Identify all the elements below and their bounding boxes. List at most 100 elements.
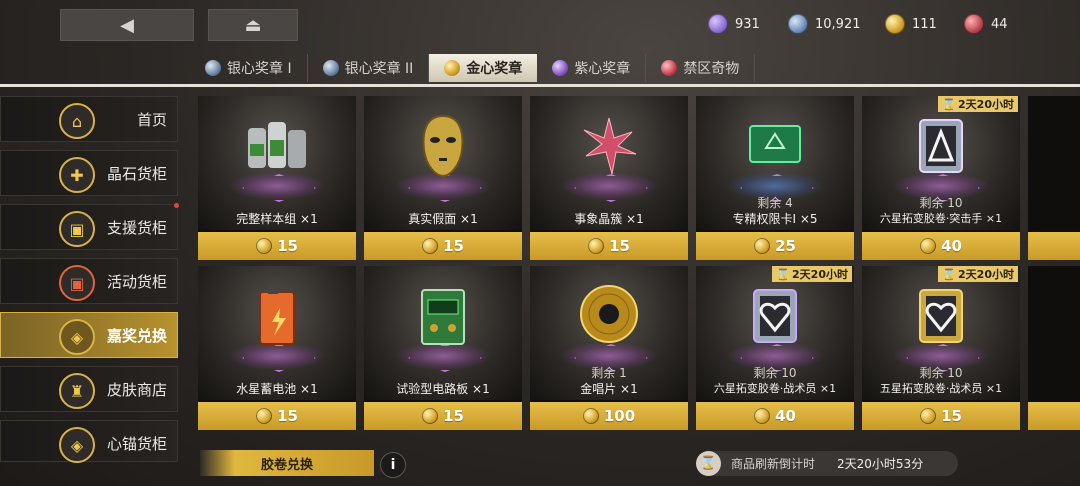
stock-remaining: 剩余 10: [919, 196, 963, 210]
gold-record-icon: [580, 285, 638, 343]
currency-purple[interactable]: 931: [708, 14, 760, 34]
price-button[interactable]: 40: [696, 402, 854, 430]
stock-remaining: 剩余 10: [753, 366, 797, 380]
circuit-board-icon: [421, 289, 465, 345]
sidebar-item-skin-shop[interactable]: ♜ 皮肤商店: [0, 366, 178, 412]
home-icon: ⌂: [59, 103, 95, 139]
gold-coin-icon: [422, 238, 439, 254]
gold-coin-icon: [885, 14, 905, 34]
sidebar-item-supply[interactable]: ▣ 支援货柜: [0, 203, 179, 250]
tab-silver-2[interactable]: 银心奖章 II: [308, 54, 430, 82]
limited-timer-badge: ⌛ 2天20小时: [938, 266, 1018, 282]
shop-item-card[interactable]: 完整样本组 ×1 15: [198, 96, 356, 260]
hourglass-icon: ⌛: [942, 97, 957, 111]
hourglass-icon: ⌛: [776, 267, 791, 281]
anchor-icon: ◈: [59, 427, 95, 463]
sidebar-item-event[interactable]: ▣ 活动货柜: [0, 258, 178, 304]
stock-remaining: 剩余 1: [591, 366, 627, 380]
crystal-icon: ✚: [59, 157, 95, 193]
item-name: 专精权限卡Ⅰ ×5: [732, 212, 818, 226]
gold-coin-icon: [588, 238, 605, 254]
next-page-edge[interactable]: [1028, 96, 1080, 260]
limited-timer-badge: ⌛ 2天20小时: [938, 96, 1018, 112]
item-name: 金唱片 ×1: [580, 382, 638, 396]
currency-blue[interactable]: 10,921: [788, 14, 861, 34]
item-name: 事象晶簇 ×1: [574, 212, 644, 226]
price-button[interactable]: 15: [364, 232, 522, 260]
back-button[interactable]: ◀: [60, 9, 194, 41]
refresh-label: 商品刷新倒计时: [731, 457, 816, 471]
back-arrow-icon: ◀: [120, 14, 134, 36]
purple-gem-icon: [708, 14, 728, 34]
currency-value: 44: [991, 16, 1008, 32]
currency-gold[interactable]: 111: [885, 14, 937, 34]
film-roll-assault-icon: [919, 119, 963, 173]
item-name: 完整样本组 ×1: [236, 212, 318, 226]
next-page-edge[interactable]: [1028, 266, 1080, 430]
shop-item-card[interactable]: 事象晶簇 ×1 15: [530, 96, 688, 260]
item-name: 六星拓变胶卷·战术员 ×1: [713, 382, 837, 395]
crystal-cluster-icon: [583, 117, 637, 175]
refresh-value: 2天20小时53分: [837, 457, 924, 471]
price-button[interactable]: 25: [696, 232, 854, 260]
sidebar-item-home[interactable]: ⌂ 首页: [0, 96, 178, 142]
purple-medal-icon: [552, 60, 569, 76]
gold-coin-icon: [920, 408, 937, 424]
item-name: 五星拓变胶卷·战术员 ×1: [879, 382, 1003, 395]
shop-item-card[interactable]: 试验型电路板 ×1 15: [364, 266, 522, 430]
silver-medal-icon: [322, 60, 339, 76]
tab-gold[interactable]: 金心奖章: [429, 54, 538, 82]
price-button[interactable]: 40: [862, 232, 1020, 260]
price-button[interactable]: 100: [530, 402, 688, 430]
info-icon[interactable]: i: [380, 452, 406, 478]
shop-item-card[interactable]: ⌛ 2天20小时 剩余 10 五星拓变胶卷·战术员 ×1 15: [862, 266, 1020, 430]
stock-remaining: 剩余 10: [919, 366, 963, 380]
red-coin-icon: [964, 14, 984, 34]
notification-dot: [174, 203, 179, 208]
sidebar-item-crystal[interactable]: ✚ 晶石货柜: [0, 150, 178, 196]
shop-item-card[interactable]: ⌛ 2天20小时 剩余 10 六星拓变胶卷·突击手 ×1 40: [862, 96, 1020, 260]
shop-item-card[interactable]: ⌛ 2天20小时 剩余 10 六星拓变胶卷·战术员 ×1 40: [696, 266, 854, 430]
gold-coin-icon: [582, 408, 599, 424]
shop-item-card[interactable]: 水星蓄电池 ×1 15: [198, 266, 356, 430]
home-eject-icon: ⏏: [244, 14, 262, 36]
price-button[interactable]: 15: [862, 402, 1020, 430]
currency-value: 111: [912, 16, 937, 32]
sidebar-item-anchor[interactable]: ◈ 心锚货柜: [0, 420, 178, 463]
item-name: 六星拓变胶卷·突击手 ×1: [879, 212, 1003, 225]
tab-forbidden[interactable]: 禁区奇物: [646, 54, 756, 82]
gold-coin-icon: [256, 238, 273, 254]
blue-gem-icon: [788, 14, 808, 34]
refresh-countdown: ⌛ 商品刷新倒计时 2天20小时53分: [696, 451, 958, 476]
access-card-icon: [749, 125, 801, 163]
price-button[interactable]: 15: [364, 402, 522, 430]
tab-purple[interactable]: 紫心奖章: [537, 54, 647, 82]
limited-timer-badge: ⌛ 2天20小时: [772, 266, 852, 282]
item-name: 试验型电路板 ×1: [396, 382, 490, 396]
battery-icon: [259, 286, 295, 345]
stock-remaining: 剩余 4: [757, 196, 793, 210]
home-button[interactable]: ⏏: [208, 9, 298, 41]
medal-icon: ◈: [59, 319, 95, 355]
shop-item-card[interactable]: 剩余 1 金唱片 ×1 100: [530, 266, 688, 430]
shop-item-card[interactable]: 剩余 4 专精权限卡Ⅰ ×5 25: [696, 96, 854, 260]
price-button[interactable]: 15: [198, 232, 356, 260]
currency-value: 10,921: [815, 16, 861, 32]
price-button[interactable]: 15: [198, 402, 356, 430]
film-roll-tactician-icon: [753, 289, 797, 343]
price-button[interactable]: 15: [530, 232, 688, 260]
event-crate-icon: ▣: [59, 265, 95, 301]
red-medal-icon: [661, 60, 678, 76]
medal-tabs: 银心奖章 I 银心奖章 II 金心奖章 紫心奖章 禁区奇物: [190, 54, 756, 84]
tab-silver-1[interactable]: 银心奖章 I: [190, 54, 308, 82]
shop-item-card[interactable]: 真实假面 ×1 15: [364, 96, 522, 260]
sample-canisters-icon: [248, 122, 306, 168]
gold-mask-icon: [422, 114, 464, 178]
hourglass-icon: ⌛: [696, 451, 721, 476]
hourglass-icon: ⌛: [942, 267, 957, 281]
currency-red[interactable]: 44: [964, 14, 1008, 34]
gold-coin-icon: [754, 408, 771, 424]
film-exchange-button[interactable]: 胶卷兑换: [200, 450, 374, 476]
sidebar-item-reward-exchange[interactable]: ◈ 嘉奖兑换: [0, 312, 178, 358]
gold-medal-icon: [444, 60, 461, 76]
